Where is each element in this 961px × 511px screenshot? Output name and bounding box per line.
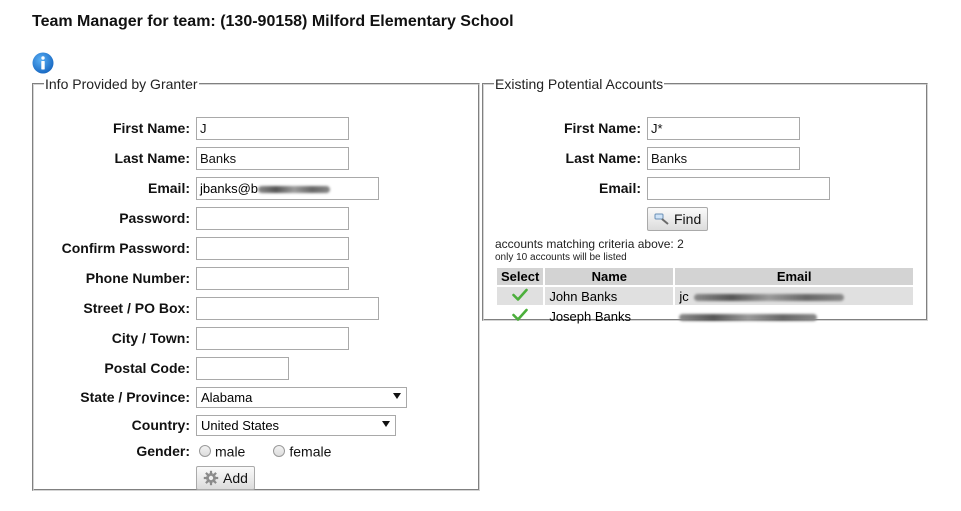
existing-accounts-panel: Existing Potential Accounts First Name: … [482, 76, 928, 324]
granter-legend: Info Provided by Granter [45, 76, 198, 92]
select-cell[interactable] [497, 287, 544, 305]
male-label: male [215, 443, 246, 460]
password-label: Password: [119, 210, 190, 226]
chevron-down-icon [382, 420, 390, 427]
first-name-row: First Name: [34, 116, 349, 140]
matching-count-text: accounts matching criteria above: 2 [495, 237, 684, 251]
street-label: Street / PO Box: [83, 300, 190, 316]
phone-row: Phone Number: [34, 266, 349, 290]
city-row: City / Town: [34, 326, 349, 350]
chevron-down-icon [393, 392, 401, 399]
select-column-header: Select [497, 268, 544, 285]
table-row: John Banks jc [497, 287, 913, 305]
search-last-name-label: Last Name: [565, 150, 641, 166]
email-input[interactable]: jbanks@b [196, 176, 379, 200]
confirm-password-row: Confirm Password: [34, 236, 349, 260]
checkmark-icon[interactable] [512, 308, 528, 321]
search-first-name-label: First Name: [563, 120, 641, 136]
password-input[interactable] [196, 206, 349, 230]
state-selected: Alabama [201, 389, 253, 405]
select-cell[interactable] [497, 307, 543, 325]
country-select[interactable]: United States [196, 414, 396, 436]
granter-info-panel: Info Provided by Granter First Name: Las… [32, 76, 480, 491]
search-email-input[interactable] [647, 176, 830, 200]
state-select[interactable]: Alabama [196, 386, 407, 408]
redacted-email [679, 313, 818, 321]
postal-input[interactable] [196, 356, 289, 380]
add-button[interactable]: Add [196, 466, 255, 490]
gear-icon [203, 470, 219, 486]
search-icon [654, 213, 669, 225]
confirm-password-input[interactable] [196, 236, 349, 260]
gender-row: Gender: male female [34, 439, 331, 463]
search-last-name-row: Last Name: [484, 146, 800, 170]
password-row: Password: [34, 206, 349, 230]
add-label: Add [223, 470, 248, 486]
account-name-cell: Joseph Banks [549, 308, 631, 324]
account-email-value: jc [679, 288, 689, 304]
account-email-cell: jc [675, 287, 913, 305]
name-column-header: Name [545, 268, 674, 285]
redacted-email [694, 293, 845, 301]
results-header-row: Select Name Email [497, 268, 913, 285]
confirm-password-label: Confirm Password: [61, 240, 190, 256]
results-table: Select Name Email John Banks jc Joseph B… [495, 266, 915, 327]
find-button[interactable]: Find [647, 207, 709, 231]
email-label: Email: [147, 180, 190, 196]
phone-input[interactable] [196, 266, 349, 290]
female-label: female [289, 443, 332, 460]
search-email-label: Email: [598, 180, 641, 196]
find-label: Find [674, 211, 702, 227]
last-name-label: Last Name: [114, 150, 190, 166]
female-radio[interactable] [273, 445, 286, 458]
country-label: Country: [131, 417, 190, 433]
country-row: Country: United States [34, 413, 396, 437]
email-column-header: Email [675, 268, 913, 285]
first-name-label: First Name: [112, 120, 190, 136]
accounts-legend: Existing Potential Accounts [495, 76, 664, 92]
gender-male-option[interactable]: male [199, 443, 246, 460]
search-first-name-input[interactable] [647, 116, 800, 140]
page-title: Team Manager for team: (130-90158) Milfo… [32, 13, 514, 30]
account-email-cell [675, 307, 913, 325]
street-input[interactable] [196, 296, 379, 320]
state-row: State / Province: Alabama [34, 385, 407, 409]
city-input[interactable] [196, 326, 349, 350]
limit-note-text: only 10 accounts will be listed [495, 252, 627, 263]
table-row: Joseph Banks [497, 307, 913, 325]
account-name-cell: John Banks [545, 287, 674, 305]
state-label: State / Province: [80, 389, 190, 405]
street-row: Street / PO Box: [34, 296, 379, 320]
male-radio[interactable] [199, 445, 211, 458]
search-email-row: Email: [484, 176, 830, 200]
postal-label: Postal Code: [104, 360, 190, 376]
postal-row: Postal Code: [34, 356, 289, 380]
checkmark-icon[interactable] [512, 288, 528, 301]
country-selected: United States [201, 417, 280, 433]
redacted-email [258, 185, 331, 193]
first-name-input[interactable] [196, 116, 349, 140]
email-value: jbanks@b [200, 180, 259, 196]
last-name-input[interactable] [196, 146, 349, 170]
city-label: City / Town: [111, 330, 190, 346]
last-name-row: Last Name: [34, 146, 349, 170]
search-first-name-row: First Name: [484, 116, 800, 140]
phone-label: Phone Number: [85, 270, 190, 286]
email-row: Email: jbanks@b [34, 176, 379, 200]
gender-label: Gender: [136, 443, 190, 459]
search-last-name-input[interactable] [647, 146, 800, 170]
info-icon[interactable] [32, 52, 54, 74]
gender-female-option[interactable]: female [273, 443, 332, 460]
